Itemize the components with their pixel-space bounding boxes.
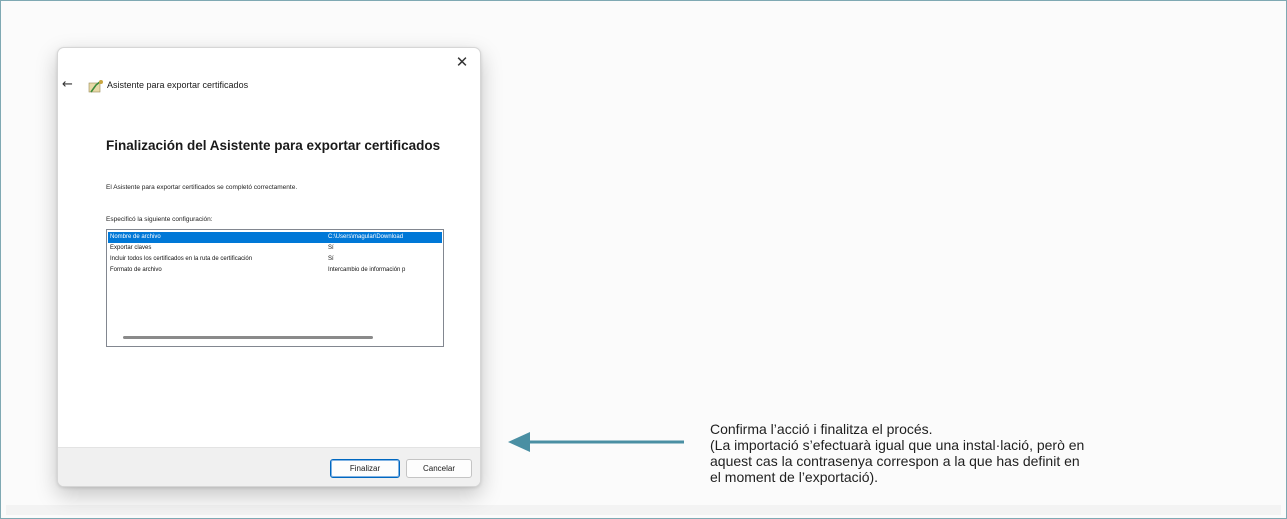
export-wizard-dialog: ✕ ← Asistente para exportar certificados… (57, 47, 481, 487)
background-strip (6, 505, 1281, 515)
settings-list[interactable]: Nombre de archivo C:\Users\magular\Downl… (106, 229, 444, 347)
caption-line: Confirma l’acció i finalitza el procés. (710, 421, 933, 437)
finish-button[interactable]: Finalizar (330, 459, 400, 478)
certificate-wizard-icon (88, 80, 103, 93)
setting-name: Formato de archivo (110, 267, 162, 273)
setting-value: Sí (328, 245, 334, 251)
completion-message: El Asistente para exportar certificados … (106, 184, 298, 191)
wizard-title: Asistente para exportar certificados (107, 80, 249, 90)
setting-value: C:\Users\magular\Download (328, 234, 404, 240)
settings-row[interactable]: Nombre de archivo C:\Users\magular\Downl… (108, 232, 442, 243)
setting-name: Nombre de archivo (110, 234, 161, 240)
setting-value: Intercambio de información p (328, 267, 406, 273)
pointer-arrow-icon (508, 432, 684, 452)
close-icon[interactable]: ✕ (452, 53, 472, 71)
settings-row[interactable]: Formato de archivo Intercambio de inform… (108, 265, 442, 276)
dialog-footer: Finalizar Cancelar (58, 447, 480, 486)
configuration-label: Especificó la siguiente configuración: (106, 216, 213, 223)
back-arrow-icon[interactable]: ← (62, 78, 76, 92)
cancel-button[interactable]: Cancelar (406, 459, 472, 478)
page-heading: Finalización del Asistente para exportar… (106, 138, 441, 153)
setting-name: Exportar claves (110, 245, 152, 251)
caption-line: aquest cas la contrasenya correspon a la… (710, 453, 1080, 469)
settings-row[interactable]: Incluir todos los certificados en la rut… (108, 254, 442, 265)
settings-row[interactable]: Exportar claves Sí (108, 243, 442, 254)
caption-line: el moment de l’exportació). (710, 469, 879, 485)
setting-name: Incluir todos los certificados en la rut… (110, 256, 253, 262)
caption-line: (La importació s’efectuarà igual que una… (710, 437, 1085, 453)
setting-value: Sí (328, 256, 334, 262)
horizontal-scrollbar[interactable] (123, 336, 373, 339)
annotation-caption: Confirma l’acció i finalitza el procés. … (710, 421, 1230, 485)
